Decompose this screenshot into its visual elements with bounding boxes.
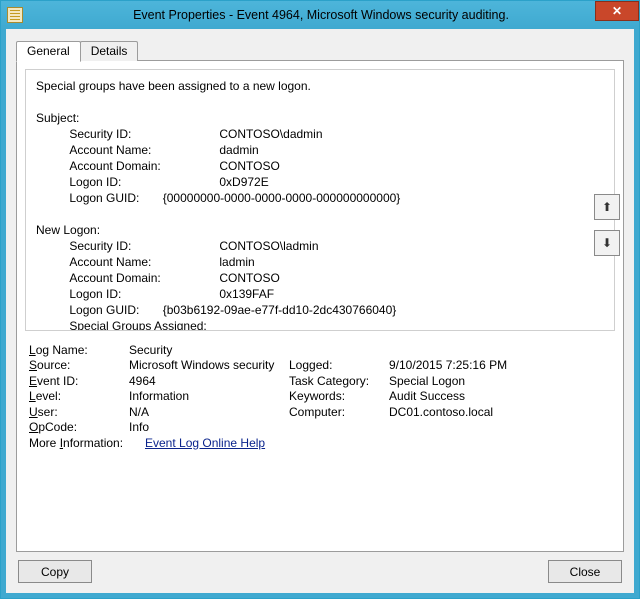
opcode-value: Info	[129, 420, 289, 434]
tab-general[interactable]: General	[16, 41, 81, 62]
source-label: Source:	[29, 358, 129, 372]
newlogon-account-name-label: Account Name:	[69, 254, 209, 270]
logged-label: Logged:	[289, 358, 389, 372]
newlogon-security-id-label: Security ID:	[69, 238, 209, 254]
dialog-buttons: Copy Close	[16, 552, 624, 585]
level-value: Information	[129, 389, 289, 403]
level-label: Level:	[29, 389, 129, 403]
subject-logon-guid: {00000000-0000-0000-0000-000000000000}	[163, 191, 401, 205]
window-title: Event Properties - Event 4964, Microsoft…	[31, 8, 639, 22]
newlogon-logon-id-label: Logon ID:	[69, 286, 209, 302]
subject-label: Subject:	[36, 111, 79, 125]
tab-details[interactable]: Details	[80, 41, 139, 61]
keywords-value: Audit Success	[389, 389, 611, 403]
subject-logon-id-label: Logon ID:	[69, 174, 209, 190]
subject-security-id: CONTOSO\dadmin	[219, 127, 322, 141]
user-label: User:	[29, 405, 129, 419]
source-value: Microsoft Windows security	[129, 358, 289, 372]
record-nav: ⬆ ⬇	[594, 194, 620, 256]
online-help-link[interactable]: Event Log Online Help	[145, 436, 265, 450]
opcode-label: OpCode:	[29, 420, 129, 434]
newlogon-account-name: ladmin	[219, 255, 254, 269]
subject-logon-id: 0xD972E	[219, 175, 268, 189]
newlogon-special-groups-label: Special Groups Assigned:	[69, 319, 206, 331]
newlogon-account-domain: CONTOSO	[219, 271, 279, 285]
log-name-label: Log Name:	[29, 343, 129, 357]
subject-account-name-label: Account Name:	[69, 142, 209, 158]
computer-value: DC01.contoso.local	[389, 405, 611, 419]
newlogon-logon-id: 0x139FAF	[219, 287, 274, 301]
newlogon-security-id: CONTOSO\ladmin	[219, 239, 318, 253]
arrow-up-icon: ⬆	[602, 200, 612, 214]
newlogon-account-domain-label: Account Domain:	[69, 270, 209, 286]
prev-event-button[interactable]: ⬆	[594, 194, 620, 220]
subject-account-domain-label: Account Domain:	[69, 158, 209, 174]
computer-label: Computer:	[289, 405, 389, 419]
subject-security-id-label: Security ID:	[69, 126, 209, 142]
close-icon: ✕	[612, 4, 622, 18]
user-value: N/A	[129, 405, 289, 419]
titlebar: Event Properties - Event 4964, Microsoft…	[1, 1, 639, 29]
arrow-down-icon: ⬇	[602, 236, 612, 250]
task-category-label: Task Category:	[289, 374, 389, 388]
event-id-value: 4964	[129, 374, 289, 388]
close-button[interactable]: Close	[548, 560, 622, 583]
copy-button[interactable]: Copy	[18, 560, 92, 583]
subject-account-name: dadmin	[219, 143, 258, 157]
keywords-label: Keywords:	[289, 389, 389, 403]
subject-account-domain: CONTOSO	[219, 159, 279, 173]
desc-heading: Special groups have been assigned to a n…	[36, 79, 311, 93]
subject-logon-guid-label: Logon GUID:	[69, 190, 139, 206]
new-logon-label: New Logon:	[36, 223, 100, 237]
window-close-button[interactable]: ✕	[595, 1, 639, 21]
system-icon	[7, 7, 23, 23]
logged-value: 9/10/2015 7:25:16 PM	[389, 358, 611, 372]
tab-strip: General Details	[16, 39, 624, 61]
next-event-button[interactable]: ⬇	[594, 230, 620, 256]
newlogon-logon-guid: {b03b6192-09ae-e77f-dd10-2dc430766040}	[163, 303, 397, 317]
tab-panel-general: Special groups have been assigned to a n…	[16, 60, 624, 552]
event-metadata: Log Name: Security Source: Microsoft Win…	[25, 331, 615, 451]
event-id-label: Event ID:	[29, 374, 129, 388]
log-name-value: Security	[129, 343, 289, 357]
task-category-value: Special Logon	[389, 374, 611, 388]
window-body: ⬆ ⬇ General Details Special groups have …	[1, 29, 639, 598]
event-properties-window: Event Properties - Event 4964, Microsoft…	[0, 0, 640, 599]
event-description: Special groups have been assigned to a n…	[25, 69, 615, 331]
more-info-label: More Information:	[29, 436, 145, 450]
newlogon-logon-guid-label: Logon GUID:	[69, 302, 139, 318]
